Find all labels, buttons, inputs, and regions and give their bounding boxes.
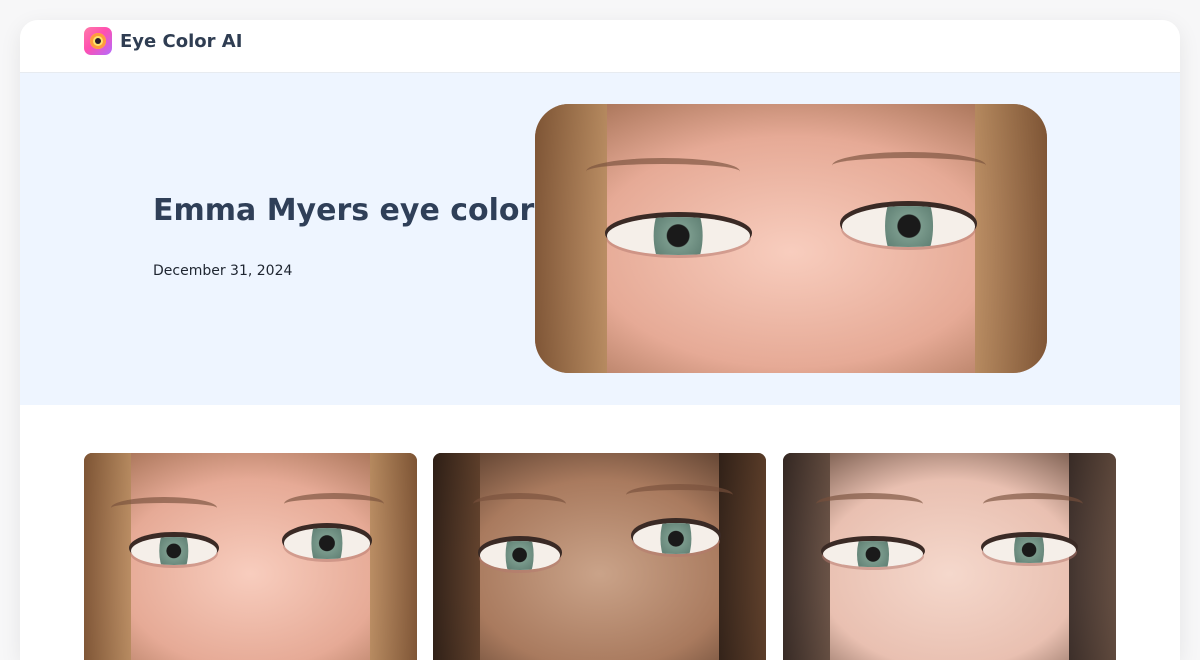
site-header: Eye Color AI xyxy=(20,20,1180,73)
eye-logo-icon[interactable] xyxy=(84,27,112,55)
hero-eye-image xyxy=(535,104,1047,373)
hero-section: Emma Myers eye color December 31, 2024 xyxy=(20,73,1180,405)
gallery-image-2[interactable] xyxy=(433,453,766,660)
gallery-image-3[interactable] xyxy=(783,453,1116,660)
publish-date: December 31, 2024 xyxy=(153,263,293,279)
page-title: Emma Myers eye color xyxy=(153,193,535,228)
eye-image-gallery xyxy=(84,453,1116,660)
brand-name-link[interactable]: Eye Color AI xyxy=(120,31,242,52)
gallery-image-1[interactable] xyxy=(84,453,417,660)
page-card: Eye Color AI Emma Myers eye color Decemb… xyxy=(20,20,1180,660)
